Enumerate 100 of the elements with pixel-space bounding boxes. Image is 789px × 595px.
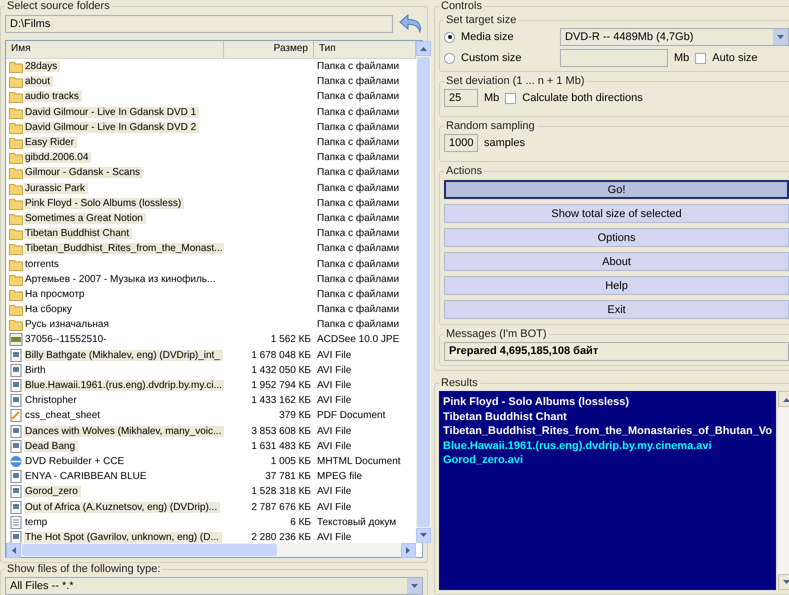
file-type: Папка с файлами — [316, 228, 400, 240]
file-type: PDF Document — [316, 410, 386, 422]
file-name[interactable]: Gorod_zero — [24, 486, 81, 498]
file-name[interactable]: Tibetan_Buddhist_Rites_from_the_Monast... — [24, 243, 224, 254]
result-item: Blue.Hawaii.1961.(rus.eng).dvdrip.by.my.cinema.avi — [443, 438, 713, 453]
file-name[interactable]: David Gilmour - Live In Gdansk DVD 1 — [24, 106, 200, 118]
file-type: Папка с файлами — [316, 106, 400, 118]
unit-label: Mb — [484, 92, 500, 104]
unit-label: Mb — [674, 52, 690, 64]
file-name[interactable]: css_cheat_sheet — [24, 410, 104, 422]
group-title: Results — [440, 377, 479, 389]
file-size: 2 280 236 КБ — [250, 532, 312, 543]
deviation-field[interactable]: 25 — [444, 89, 478, 107]
action-button[interactable]: About — [444, 252, 789, 271]
video-file-icon — [9, 470, 23, 484]
file-name[interactable]: Pink Floyd - Solo Albums (lossless) — [24, 198, 184, 209]
video-file-icon — [9, 348, 23, 362]
file-name[interactable]: Артемьев - 2007 - Музыка из кинофиль... — [24, 274, 218, 285]
folder-icon — [9, 258, 23, 271]
file-size: 1 631 483 КБ — [250, 440, 312, 452]
file-name[interactable]: gibdd.2006.04 — [24, 152, 92, 164]
column-header[interactable]: Размер — [224, 41, 314, 58]
video-file-icon — [9, 530, 23, 543]
group-title: Select source folders — [6, 0, 111, 12]
file-name[interactable]: temp — [24, 516, 50, 528]
video-file-icon — [9, 424, 23, 438]
file-size: 1 562 КБ — [270, 334, 312, 346]
file-type: AVI File — [316, 440, 352, 452]
custom-size-field[interactable] — [560, 49, 668, 67]
group-title: Random sampling — [445, 120, 536, 132]
file-name[interactable]: 37056--11552510- — [24, 334, 110, 346]
file-type: Папка с файлами — [316, 198, 400, 209]
file-name[interactable]: Dead Bang — [24, 440, 78, 452]
checkbox[interactable] — [695, 52, 706, 64]
left-arrow-icon — [11, 547, 16, 554]
radio-label: Custom size — [461, 52, 522, 64]
file-name[interactable]: Blue.Hawaii.1961.(rus.eng).dvdrip.by.my.ci... — [24, 380, 224, 392]
file-name[interactable]: 28days — [24, 61, 60, 72]
file-name[interactable]: Русь изначальная — [24, 319, 112, 330]
text-file-icon — [9, 516, 23, 529]
file-name[interactable]: Christopher — [24, 395, 80, 406]
folder-icon — [9, 318, 23, 332]
file-name[interactable]: Gilmour - Gdansk - Scans — [24, 167, 144, 178]
file-name[interactable]: about — [24, 76, 54, 88]
file-name[interactable]: Tibetan Buddhist Chant — [24, 228, 132, 240]
folder-icon — [9, 196, 23, 210]
file-name[interactable]: Billy Bathgate (Mikhalev, eng) (DVDrip)_int_ — [24, 350, 223, 361]
folder-icon — [9, 120, 23, 134]
file-type: Папка с файлами — [316, 91, 400, 102]
video-file-icon — [9, 500, 23, 514]
file-name[interactable]: audio tracks — [24, 91, 82, 102]
action-button[interactable]: Exit — [444, 300, 789, 319]
file-size: 2 787 676 КБ — [250, 502, 312, 513]
file-type: ACDSee 10.0 JPE — [316, 334, 400, 346]
video-file-icon — [9, 440, 23, 453]
file-name[interactable]: Out of Africa (A.Kuznetsov, eng) (DVDrip)... — [24, 502, 220, 513]
file-size: 1 952 794 КБ — [250, 380, 312, 392]
file-size: 1 433 162 КБ — [250, 395, 312, 406]
folder-icon — [9, 272, 23, 286]
file-name[interactable]: David Gilmour - Live In Gdansk DVD 2 — [24, 122, 200, 133]
file-name[interactable]: На сборку — [24, 304, 75, 316]
action-button[interactable]: Go! — [444, 180, 789, 199]
action-button[interactable]: Show total size of selected — [444, 204, 789, 223]
folder-icon — [9, 106, 23, 119]
group-title: Set target size — [445, 14, 518, 26]
browser-icon — [9, 454, 23, 468]
file-name[interactable]: Birth — [24, 364, 49, 376]
radio-button[interactable] — [444, 32, 455, 42]
file-size: 37 781 КБ — [264, 471, 312, 482]
path-field[interactable]: D:\Films — [5, 15, 393, 33]
file-type-dropdown[interactable]: All Files -- *.* — [5, 577, 423, 595]
file-type: AVI File — [316, 350, 352, 361]
file-name[interactable]: На просмотр — [24, 288, 88, 300]
horizontal-scrollbar[interactable] — [6, 543, 416, 557]
action-button[interactable]: Help — [444, 276, 789, 295]
file-name[interactable]: Jurassic Park — [24, 182, 88, 194]
group-title: Set deviation (1 ... n + 1 Mb) — [445, 75, 586, 87]
column-header[interactable]: Имя — [6, 41, 224, 58]
file-name[interactable]: DVD Rebuilder + CCE — [24, 456, 128, 467]
samples-field[interactable]: 1000 — [444, 134, 478, 152]
file-name[interactable]: Sometimes a Great Notion — [24, 212, 146, 224]
checkbox[interactable] — [505, 92, 516, 104]
media-size-dropdown[interactable]: DVD-R -- 4489Mb (4,7Gb) — [560, 28, 789, 46]
action-button[interactable]: Options — [444, 228, 789, 247]
group-title: Actions — [445, 165, 484, 177]
file-size: 1 528 318 КБ — [250, 486, 312, 498]
radio-button[interactable] — [444, 52, 455, 64]
radio-label: Media size — [461, 31, 514, 43]
folder-icon — [9, 182, 23, 195]
video-file-icon — [9, 379, 23, 392]
file-name[interactable]: The Hot Spot (Gavrilov, unknown, eng) (D... — [24, 532, 222, 543]
file-name[interactable]: torrents — [24, 258, 62, 270]
down-arrow-icon — [782, 580, 789, 584]
vertical-scrollbar[interactable] — [416, 41, 431, 543]
file-name[interactable]: Dances with Wolves (Mikhalev, many_voic... — [24, 426, 224, 437]
file-name[interactable]: ENYA - CARIBBEAN BLUE — [24, 471, 150, 482]
file-name[interactable]: Easy Rider — [24, 137, 77, 148]
back-arrow-icon[interactable] — [399, 14, 423, 34]
file-type: AVI File — [316, 426, 352, 437]
file-size: 1 678 048 КБ — [250, 350, 312, 361]
